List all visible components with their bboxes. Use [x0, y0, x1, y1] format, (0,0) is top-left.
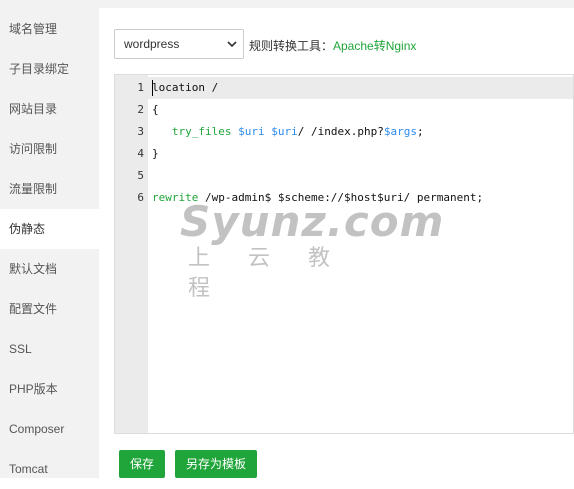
save-as-template-button[interactable]: 另存为模板 [175, 450, 257, 478]
sidebar-item-traffic-limit[interactable]: 流量限制 [0, 169, 99, 209]
line-number: 5 [137, 169, 144, 182]
sidebar-item-subdirectory-binding[interactable]: 子目录绑定 [0, 49, 99, 89]
top-strip [99, 0, 574, 8]
chevron-down-icon [227, 41, 237, 48]
sidebar-item-composer[interactable]: Composer [0, 409, 99, 449]
code-line-1: location / [152, 81, 219, 94]
save-button[interactable]: 保存 [119, 450, 165, 478]
site-settings-sidebar: 域名管理 子目录绑定 网站目录 访问限制 流量限制 伪静态 默认文档 配置文件 … [0, 0, 99, 478]
sidebar-item-tomcat[interactable]: Tomcat [0, 449, 99, 489]
sidebar-item-php-version[interactable]: PHP版本 [0, 369, 99, 409]
sidebar-item-access-restriction[interactable]: 访问限制 [0, 129, 99, 169]
text-cursor [152, 80, 153, 96]
line-number: 1 [137, 81, 144, 94]
rewrite-template-select[interactable]: wordpress [114, 29, 244, 59]
line-number: 4 [137, 147, 144, 160]
rule-conversion-tool-label: 规则转换工具： [249, 39, 334, 53]
line-number: 2 [137, 103, 144, 116]
sidebar-item-rewrite[interactable]: 伪静态 [0, 209, 99, 249]
sidebar-item-ssl[interactable]: SSL [0, 329, 99, 369]
sidebar-item-site-directory[interactable]: 网站目录 [0, 89, 99, 129]
line-number: 6 [137, 191, 144, 204]
code-line-6: rewrite /wp-admin$ $scheme://$host$uri/ … [152, 191, 484, 204]
sidebar-item-config-file[interactable]: 配置文件 [0, 289, 99, 329]
sidebar-item-domain-management[interactable]: 域名管理 [0, 9, 99, 49]
code-line-4: } [152, 147, 159, 160]
rewrite-template-select-value: wordpress [124, 37, 180, 51]
sidebar-item-default-document[interactable]: 默认文档 [0, 249, 99, 289]
apache-to-nginx-link[interactable]: Apache转Nginx [333, 37, 416, 54]
code-line-3: try_files $uri $uri/ /index.php?$args; [171, 125, 424, 138]
rewrite-code-editor[interactable]: 1 2 3 4 5 6 location / { try_files $uri … [114, 74, 574, 434]
line-number: 3 [137, 125, 144, 138]
code-line-2: { [152, 103, 159, 116]
